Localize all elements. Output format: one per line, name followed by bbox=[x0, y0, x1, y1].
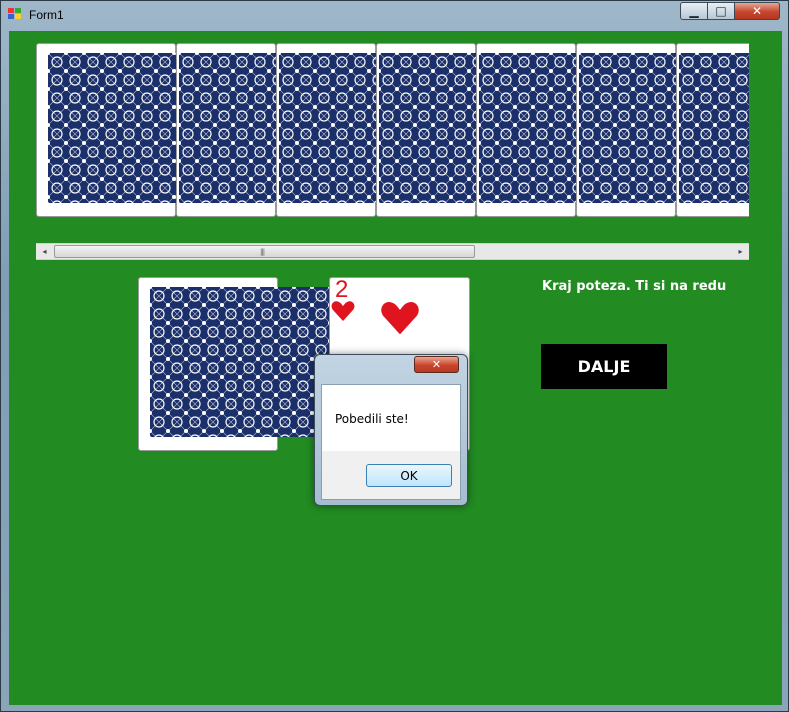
dialog-body: Pobedili ste! bbox=[321, 384, 461, 452]
hand-card-5[interactable] bbox=[476, 43, 749, 217]
card-back-pattern bbox=[679, 53, 749, 203]
grip-icon: ||| bbox=[260, 248, 265, 256]
game-table: ◂ ||| ▸ 2 Kraj poteza. Ti si na redu DAL… bbox=[9, 31, 782, 705]
maximize-button[interactable]: □ bbox=[707, 2, 735, 20]
heart-large-icon bbox=[381, 301, 419, 335]
minimize-button[interactable]: ▁ bbox=[680, 2, 708, 20]
dalje-button[interactable]: DALJE bbox=[541, 344, 667, 389]
dialog-message: Pobedili ste! bbox=[335, 412, 409, 426]
scroll-left-icon[interactable]: ◂ bbox=[36, 244, 53, 259]
window-title: Form1 bbox=[29, 8, 64, 22]
app-icon bbox=[8, 8, 21, 19]
hand-card-4[interactable] bbox=[376, 43, 679, 217]
hand-card-3[interactable] bbox=[276, 43, 579, 217]
scrollbar-thumb[interactable]: ||| bbox=[54, 245, 475, 258]
draw-pile[interactable] bbox=[138, 277, 450, 451]
hand-card-6[interactable] bbox=[576, 43, 749, 217]
message-dialog: ✕ Pobedili ste! OK bbox=[314, 354, 468, 506]
dialog-close-button[interactable]: ✕ bbox=[414, 356, 459, 373]
ok-button[interactable]: OK bbox=[366, 464, 452, 487]
hand-scrollbar[interactable]: ◂ ||| ▸ bbox=[36, 243, 749, 260]
hand-card-7[interactable] bbox=[676, 43, 749, 217]
scroll-right-icon[interactable]: ▸ bbox=[732, 244, 749, 259]
close-button[interactable]: ✕ bbox=[734, 2, 780, 20]
turn-status: Kraj poteza. Ti si na redu bbox=[542, 279, 727, 294]
app-window: Form1 ▁ □ ✕ ◂ ||| ▸ 2 Kraj poteza. Ti si… bbox=[0, 0, 789, 712]
hand-card-2[interactable] bbox=[176, 43, 479, 217]
heart-small-icon bbox=[331, 301, 355, 321]
player-hand bbox=[36, 43, 749, 221]
title-bar[interactable]: Form1 ▁ □ ✕ bbox=[1, 1, 789, 29]
dialog-footer: OK bbox=[321, 451, 461, 500]
hand-card-1[interactable] bbox=[36, 43, 348, 217]
